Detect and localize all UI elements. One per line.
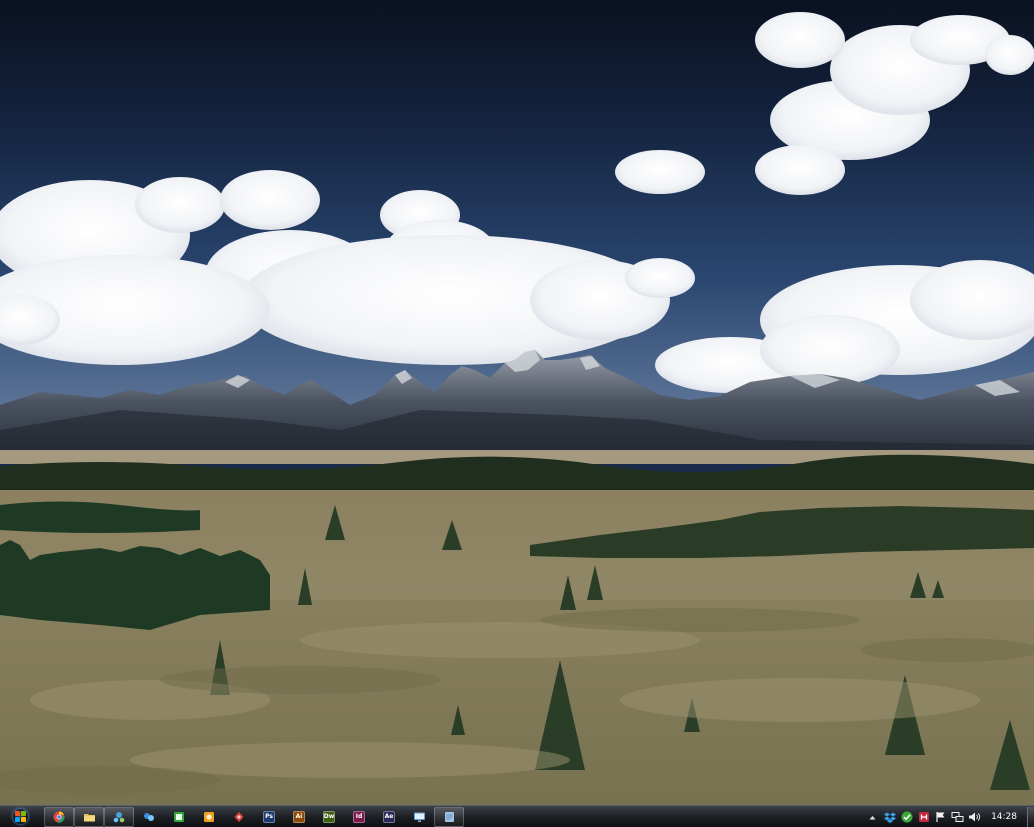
photoshop-icon: Ps bbox=[263, 811, 275, 823]
taskbar-button-dreamweaver[interactable]: Dw bbox=[314, 807, 344, 827]
taskbar-button-illustrator[interactable]: Ai bbox=[284, 807, 314, 827]
taskbar-button-network[interactable] bbox=[104, 807, 134, 827]
tray-app-red[interactable] bbox=[917, 811, 930, 824]
taskbar-button-explorer[interactable] bbox=[74, 807, 104, 827]
check-sync-icon bbox=[901, 811, 913, 823]
taskbar-button-indesign[interactable]: Id bbox=[344, 807, 374, 827]
tray-volume[interactable] bbox=[968, 811, 981, 824]
orange-app-icon bbox=[203, 811, 215, 823]
monitor-icon bbox=[413, 811, 426, 823]
mountain-landscape-wallpaper bbox=[0, 0, 1034, 810]
taskbar-button-photoshop[interactable]: Ps bbox=[254, 807, 284, 827]
taskbar: Ps Ai Dw Id Ae 14:28 bbox=[0, 805, 1034, 827]
red-app-tray-icon bbox=[918, 811, 930, 823]
green-app-icon bbox=[173, 811, 185, 823]
indesign-icon: Id bbox=[353, 811, 365, 823]
indesign-label: Id bbox=[355, 813, 363, 820]
tray-icons bbox=[864, 811, 983, 824]
tray-sync[interactable] bbox=[900, 811, 913, 824]
speaker-icon bbox=[968, 811, 981, 823]
messenger-icon bbox=[143, 811, 155, 823]
desktop[interactable]: Ps Ai Dw Id Ae 14:28 bbox=[0, 0, 1034, 827]
illustrator-label: Ai bbox=[295, 813, 303, 820]
folder-icon bbox=[83, 811, 96, 823]
aftereffects-icon: Ae bbox=[383, 811, 395, 823]
flag-icon bbox=[935, 811, 946, 823]
system-tray: 14:28 bbox=[864, 806, 1034, 827]
dreamweaver-icon: Dw bbox=[323, 811, 335, 823]
tray-network[interactable] bbox=[951, 811, 964, 824]
aftereffects-label: Ae bbox=[384, 813, 394, 820]
notes-icon bbox=[444, 811, 455, 823]
clock[interactable]: 14:28 bbox=[983, 807, 1027, 827]
red-app-icon bbox=[233, 811, 245, 823]
chrome-icon bbox=[53, 811, 65, 823]
taskbar-button-chrome[interactable] bbox=[44, 807, 74, 827]
taskbar-button-aftereffects[interactable]: Ae bbox=[374, 807, 404, 827]
taskbar-button-monitor[interactable] bbox=[404, 807, 434, 827]
taskbar-app-list: Ps Ai Dw Id Ae bbox=[44, 807, 464, 827]
tray-dropbox[interactable] bbox=[883, 811, 896, 824]
windows-logo-icon bbox=[12, 809, 28, 824]
network-status-icon bbox=[951, 811, 964, 823]
illustrator-icon: Ai bbox=[293, 811, 305, 823]
chevron-up-icon bbox=[869, 815, 876, 820]
taskbar-button-app-green[interactable] bbox=[164, 807, 194, 827]
taskbar-button-app-orange[interactable] bbox=[194, 807, 224, 827]
taskbar-button-messenger[interactable] bbox=[134, 807, 164, 827]
start-button[interactable] bbox=[6, 806, 34, 827]
network-icon bbox=[113, 811, 125, 823]
tray-show-hidden-icons[interactable] bbox=[866, 811, 879, 824]
taskbar-button-notes[interactable] bbox=[434, 807, 464, 827]
dreamweaver-label: Dw bbox=[323, 813, 335, 820]
dropbox-icon bbox=[883, 812, 896, 823]
tray-action-center[interactable] bbox=[934, 811, 947, 824]
photoshop-label: Ps bbox=[265, 813, 273, 820]
taskbar-button-app-red[interactable] bbox=[224, 807, 254, 827]
show-desktop-button[interactable] bbox=[1027, 806, 1034, 827]
